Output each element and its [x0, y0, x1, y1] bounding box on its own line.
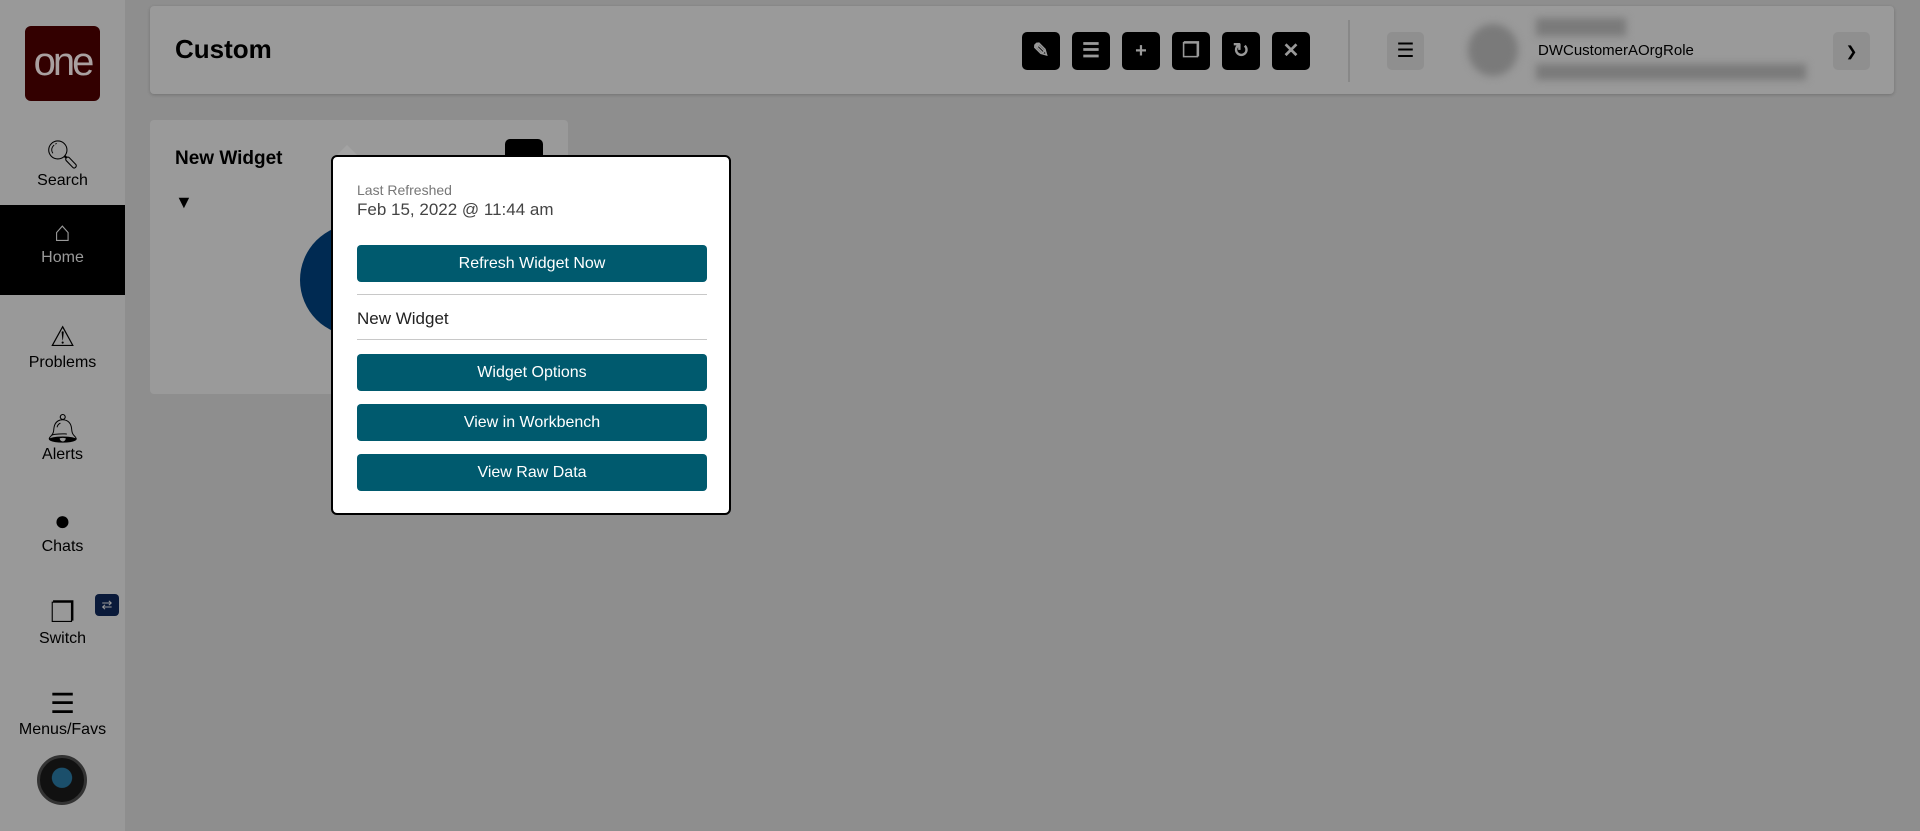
menu-icon: ☰ — [49, 688, 76, 719]
widget-options-button[interactable]: Widget Options — [357, 354, 707, 391]
user-org-blurred — [1536, 64, 1806, 80]
page-header: Custom ✎ ☰ + ❐ ↻ ✕ ☰ DWCustomerAOrgRole … — [150, 6, 1894, 94]
sidebar-item-problems[interactable]: ⚠ Problems — [0, 310, 125, 400]
search-icon: 🔍︎ — [44, 139, 81, 170]
sidebar-item-menus-favs[interactable]: ☰ Menus/Favs — [0, 677, 125, 767]
refresh-button[interactable]: ↻ — [1222, 32, 1260, 70]
bell-icon: 🔔︎ — [44, 413, 81, 444]
sidebar-item-label: Switch — [38, 630, 87, 647]
widget-name: New Widget — [357, 309, 449, 328]
refresh-widget-button[interactable]: Refresh Widget Now — [357, 245, 707, 282]
page-title: Custom — [175, 34, 272, 64]
pencil-icon: ✎ — [1032, 40, 1050, 62]
divider — [357, 339, 707, 340]
sidebar-item-label: Alerts — [42, 446, 83, 463]
list-icon: ☰ — [1082, 40, 1100, 62]
list-button[interactable]: ☰ — [1072, 32, 1110, 70]
chat-icon: ● — [54, 505, 71, 536]
view-raw-data-button[interactable]: View Raw Data — [357, 454, 707, 491]
user-name-blurred — [1536, 18, 1626, 36]
sidebar-item-alerts[interactable]: 🔔︎ Alerts — [0, 402, 125, 492]
app-logo[interactable]: one — [25, 26, 100, 101]
warning-icon: ⚠ — [49, 321, 76, 352]
home-icon: ⌂ — [54, 216, 71, 247]
last-refreshed-value: Feb 15, 2022 @ 11:44 am — [357, 200, 554, 219]
close-icon: ✕ — [1282, 40, 1300, 62]
refresh-icon: ↻ — [1232, 40, 1250, 62]
chevron-down-icon: ❯ — [1845, 43, 1858, 59]
menu-icon: ☰ — [1396, 40, 1415, 62]
filter-icon[interactable]: ▼ — [175, 192, 193, 213]
sidebar-item-label: Search — [37, 172, 88, 189]
sidebar-item-label: Home — [41, 249, 84, 266]
sidebar-item-label: Chats — [41, 538, 84, 555]
user-menu-dropdown[interactable]: ❯ — [1833, 32, 1870, 70]
user-role: DWCustomerAOrgRole — [1538, 42, 1694, 59]
sidebar-item-label: Menus/Favs — [18, 721, 107, 738]
divider — [1348, 20, 1350, 82]
popup-arrow — [337, 145, 357, 155]
add-button[interactable]: + — [1122, 32, 1160, 70]
plus-icon: + — [1135, 40, 1147, 62]
sidebar-item-home[interactable]: ⌂ Home — [0, 205, 125, 295]
swap-icon[interactable]: ⇄ — [95, 594, 119, 616]
widget-title: New Widget — [175, 148, 283, 169]
sidebar-item-label: Problems — [28, 354, 97, 371]
copy-icon: ❐ — [1182, 40, 1200, 62]
user-avatar[interactable] — [37, 755, 87, 805]
hamburger-button[interactable]: ☰ — [1387, 32, 1424, 70]
sidebar: one 🔍︎ Search ⌂ Home ⚠ Problems 🔔︎ Alerts ● C… — [0, 0, 125, 831]
sidebar-item-chats[interactable]: ● Chats — [0, 494, 125, 584]
widget-menu-popup: Last Refreshed Feb 15, 2022 @ 11:44 am R… — [331, 155, 731, 515]
last-refreshed-label: Last Refreshed — [357, 182, 452, 198]
divider — [357, 294, 707, 295]
view-in-workbench-button[interactable]: View in Workbench — [357, 404, 707, 441]
copy-button[interactable]: ❐ — [1172, 32, 1210, 70]
user-photo — [1468, 24, 1518, 76]
edit-button[interactable]: ✎ — [1022, 32, 1060, 70]
close-button[interactable]: ✕ — [1272, 32, 1310, 70]
